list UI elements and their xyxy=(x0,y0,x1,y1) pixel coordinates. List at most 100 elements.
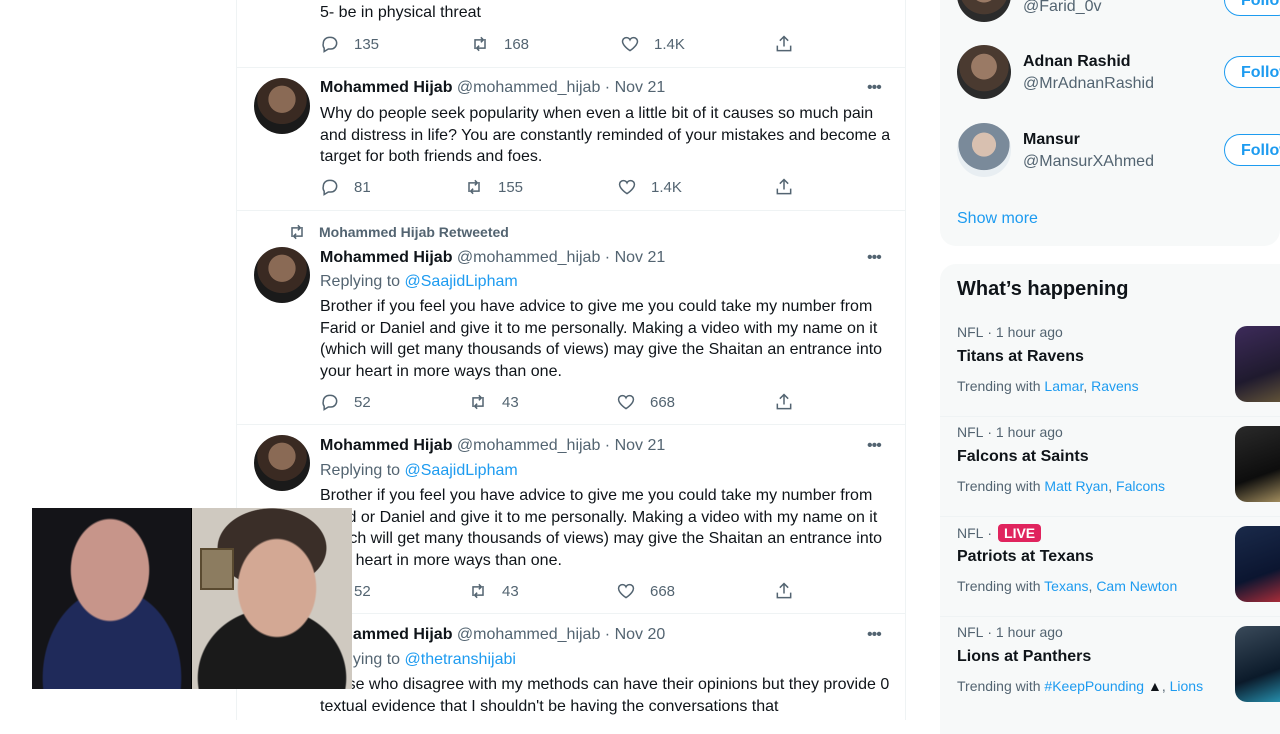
trend-link[interactable]: Matt Ryan xyxy=(1044,478,1108,494)
webcam-feed-left xyxy=(32,508,191,689)
retweet-count: 155 xyxy=(498,178,524,196)
user-handle: @Farid_0v xyxy=(1023,0,1102,15)
author-handle[interactable]: @mohammed_hijab xyxy=(457,626,600,643)
trend-link[interactable]: #KeepPounding xyxy=(1044,678,1144,694)
share-icon xyxy=(776,582,792,599)
trend-with-label: Trending with xyxy=(957,378,1045,394)
like-button[interactable]: 1.4K xyxy=(620,34,685,54)
retweeted-label[interactable]: Mohammed Hijab Retweeted xyxy=(319,224,509,240)
trend-meta: NFL · 1 hour ago xyxy=(957,624,1063,640)
more-icon[interactable]: ••• xyxy=(867,626,882,644)
trend-category: NFL xyxy=(957,525,984,541)
trend-image xyxy=(1235,626,1280,702)
author-name[interactable]: Mohammed Hijab xyxy=(320,79,452,96)
user-handle: @MrAdnanRashid xyxy=(1023,75,1154,92)
avatar[interactable] xyxy=(254,247,310,303)
reply-count: 52 xyxy=(354,582,371,600)
replying-to-link[interactable]: @thetranshijabi xyxy=(405,651,516,668)
like-button[interactable]: 1.4K xyxy=(617,177,682,197)
trend-item[interactable]: NFL · 1 hour ago Lions at Panthers Trend… xyxy=(940,616,1280,716)
like-count: 1.4K xyxy=(651,178,682,196)
tweet-text: Brother if you feel you have advice to g… xyxy=(320,487,883,569)
author-name[interactable]: Mohammed Hijab xyxy=(320,437,452,454)
share-button[interactable] xyxy=(774,177,808,197)
replying-to-link[interactable]: @SaajidLipham xyxy=(405,273,518,290)
trend-link[interactable]: Ravens xyxy=(1091,378,1138,394)
user-name: Adnan Rashid xyxy=(1023,53,1131,70)
retweet-button[interactable]: 155 xyxy=(464,177,523,197)
avatar[interactable] xyxy=(957,0,1011,22)
retweet-button[interactable]: 168 xyxy=(470,34,529,54)
who-to-follow-card: @Farid_0v Follow Adnan Rashid @MrAdnanRa… xyxy=(940,0,1280,246)
trend-time: · xyxy=(987,525,993,541)
replying-prefix: Replying to xyxy=(320,462,405,479)
follow-button[interactable]: Follow xyxy=(1224,56,1280,88)
author-handle[interactable]: @mohammed_hijab xyxy=(457,249,600,266)
author-handle[interactable]: @mohammed_hijab xyxy=(457,437,600,454)
share-icon xyxy=(776,178,792,195)
show-more-link[interactable]: Show more xyxy=(957,210,1038,228)
like-button[interactable]: 668 xyxy=(616,392,675,412)
trend-link[interactable]: Lions xyxy=(1170,678,1203,694)
share-button[interactable] xyxy=(774,581,808,601)
trend-with: Trending with Matt Ryan, Falcons xyxy=(957,478,1166,494)
trend-with-label: Trending with xyxy=(957,578,1045,594)
trend-link[interactable]: Texans xyxy=(1044,578,1088,594)
more-icon[interactable]: ••• xyxy=(867,437,882,455)
divider xyxy=(237,67,905,68)
trend-category: NFL xyxy=(957,324,984,340)
tweet-date[interactable]: · Nov 21 xyxy=(605,79,665,96)
trend-link[interactable]: Falcons xyxy=(1116,478,1165,494)
trend-item[interactable]: NFL · LIVE Patriots at Texans Trending wi… xyxy=(940,516,1280,617)
avatar[interactable] xyxy=(957,45,1011,99)
trend-with-label: Trending with xyxy=(957,678,1045,694)
trend-with: Trending with Lamar, Ravens xyxy=(957,378,1139,394)
tweet-text: Those who disagree with my methods can h… xyxy=(320,676,890,715)
tweet-header: Mohammed Hijab @mohammed_hijab · Nov 21 xyxy=(320,79,665,97)
trend-category: NFL xyxy=(957,424,984,440)
retweet-icon xyxy=(468,179,480,195)
trend-title: Lions at Panthers xyxy=(957,648,1092,665)
avatar[interactable] xyxy=(254,435,310,491)
share-button[interactable] xyxy=(774,34,808,54)
who-to-follow-row[interactable]: Mansur @MansurXAhmed Follow xyxy=(940,118,1280,188)
trend-title: Patriots at Texans xyxy=(957,548,1094,565)
divider xyxy=(237,210,905,211)
avatar[interactable] xyxy=(254,78,310,134)
reply-button[interactable]: 81 xyxy=(320,177,371,197)
follow-button[interactable]: Follow xyxy=(1224,134,1280,166)
sidebar: @Farid_0v Follow Adnan Rashid @MrAdnanRa… xyxy=(940,0,1280,734)
trend-item[interactable]: NFL · 1 hour ago Falcons at Saints Trend… xyxy=(940,416,1280,517)
like-icon xyxy=(618,179,636,195)
avatar[interactable] xyxy=(957,123,1011,177)
tweet-date[interactable]: · Nov 21 xyxy=(605,249,665,266)
trend-link[interactable]: Cam Newton xyxy=(1096,578,1177,594)
trend-with-label: Trending with xyxy=(957,478,1045,494)
replying-to: Replying to @SaajidLipham xyxy=(320,462,518,480)
follow-button[interactable]: Follow xyxy=(1224,0,1280,16)
tweet-date[interactable]: · Nov 21 xyxy=(605,437,665,454)
retweet-button[interactable]: 43 xyxy=(468,392,519,412)
tweet-date[interactable]: · Nov 20 xyxy=(605,626,665,643)
trend-image xyxy=(1235,326,1280,402)
trend-link[interactable]: Lamar xyxy=(1044,378,1083,394)
replying-to-link[interactable]: @SaajidLipham xyxy=(405,462,518,479)
reply-button[interactable]: 52 xyxy=(320,392,371,412)
trend-title: Titans at Ravens xyxy=(957,348,1084,365)
reply-button[interactable]: 135 xyxy=(320,34,379,54)
more-icon[interactable]: ••• xyxy=(867,79,882,97)
trend-item[interactable]: NFL · 1 hour ago Titans at Ravens Trendi… xyxy=(940,316,1280,417)
trend-time: · 1 hour ago xyxy=(987,424,1063,440)
who-to-follow-row[interactable]: Adnan Rashid @MrAdnanRashid Follow xyxy=(940,40,1280,110)
retweet-button[interactable]: 43 xyxy=(468,581,519,601)
tweet-header: Mohammed Hijab @mohammed_hijab · Nov 20 xyxy=(320,626,665,644)
like-icon xyxy=(621,36,639,52)
reply-count: 52 xyxy=(354,393,371,411)
author-name[interactable]: Mohammed Hijab xyxy=(320,249,452,266)
author-handle[interactable]: @mohammed_hijab xyxy=(457,79,600,96)
more-icon[interactable]: ••• xyxy=(867,249,882,267)
like-button[interactable]: 668 xyxy=(616,581,675,601)
section-title: What’s happening xyxy=(957,278,1129,300)
trend-meta: NFL · LIVE xyxy=(957,524,1042,542)
share-button[interactable] xyxy=(774,392,808,412)
